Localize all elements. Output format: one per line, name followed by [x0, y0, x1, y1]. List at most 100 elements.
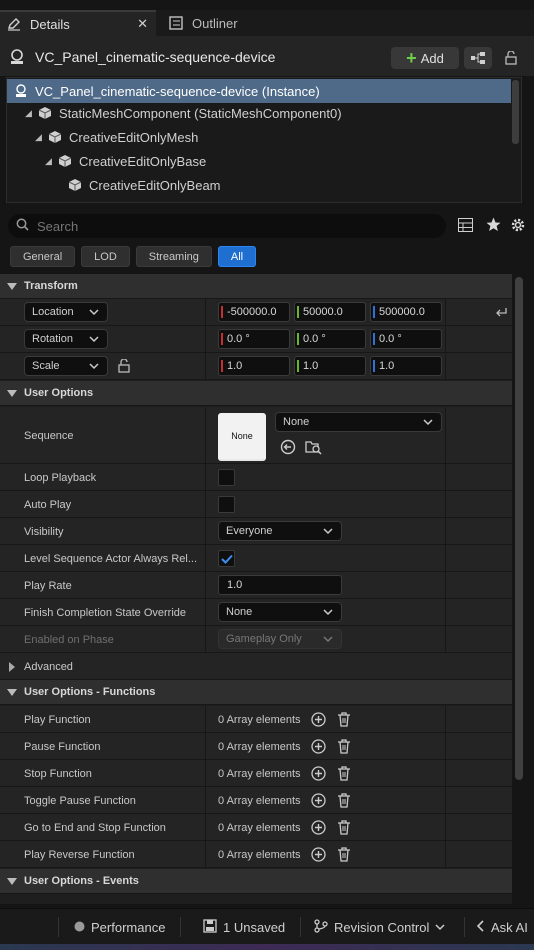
filter-general[interactable]: General — [10, 246, 76, 267]
advanced-row[interactable]: Advanced — [0, 653, 512, 680]
lock-icon[interactable] — [500, 47, 522, 69]
revision-control-button[interactable]: Revision Control — [314, 909, 445, 945]
expand-arrow-icon[interactable]: ◢ — [35, 132, 45, 143]
collapse-arrow-icon — [7, 282, 17, 294]
section-transform[interactable]: Transform — [0, 274, 512, 299]
level-sequence-checkbox[interactable] — [218, 550, 235, 567]
unsaved-button[interactable]: 1 Unsaved — [203, 909, 285, 945]
cube-icon — [47, 129, 63, 145]
add-element-icon[interactable] — [311, 847, 326, 865]
browse-icon[interactable] — [305, 439, 322, 458]
add-element-icon[interactable] — [311, 793, 326, 811]
section-events[interactable]: User Options - Events — [0, 869, 512, 894]
location-y-field[interactable]: 50000.0 — [294, 302, 366, 322]
section-functions[interactable]: User Options - Functions — [0, 680, 512, 705]
location-x-field[interactable]: -500000.0 — [218, 302, 290, 322]
table-view-icon[interactable] — [458, 218, 473, 235]
dropdown-value: None — [226, 606, 253, 618]
column-divider — [205, 626, 206, 652]
star-icon[interactable] — [486, 217, 501, 235]
chevron-down-icon — [423, 417, 433, 430]
scale-x-field[interactable]: 1.0 — [218, 356, 290, 376]
blueprint-button[interactable] — [464, 47, 492, 69]
column-divider — [205, 733, 206, 759]
tree-item-instance[interactable]: VC_Panel_cinematic-sequence-device (Inst… — [7, 79, 511, 103]
property-label: Play Function — [24, 714, 91, 726]
tree-item-label: CreativeEditOnlyMesh — [69, 129, 199, 145]
reset-icon[interactable] — [495, 306, 508, 321]
location-mode-dropdown[interactable]: Location — [24, 302, 108, 322]
add-element-icon[interactable] — [311, 739, 326, 757]
trash-icon[interactable] — [337, 847, 351, 865]
tree-item-editbeam[interactable]: CreativeEditOnlyBeam — [7, 173, 511, 197]
column-divider — [205, 326, 206, 352]
finish-state-dropdown[interactable]: None — [218, 602, 342, 622]
add-element-icon[interactable] — [311, 766, 326, 784]
play-rate-field[interactable]: 1.0 — [218, 575, 342, 595]
dropdown-value: Gameplay Only — [226, 633, 302, 645]
tree-scrollbar[interactable] — [512, 80, 519, 144]
function-row: Go to End and Stop Function 0 Array elem… — [0, 814, 512, 841]
trash-icon[interactable] — [337, 766, 351, 784]
tab-outliner[interactable]: Outliner — [162, 10, 292, 36]
expand-arrow-icon[interactable]: ◢ — [25, 108, 35, 119]
rotation-y-field[interactable]: 0.0 ° — [294, 329, 366, 349]
rotation-x-field[interactable]: 0.0 ° — [218, 329, 290, 349]
section-label: User Options - Events — [24, 875, 139, 887]
tree-item-staticmesh[interactable]: ◢ StaticMeshComponent (StaticMeshCompone… — [7, 101, 511, 125]
section-label: Transform — [24, 280, 78, 292]
function-row: Toggle Pause Function 0 Array elements — [0, 787, 512, 814]
sequence-thumbnail[interactable]: None — [218, 413, 266, 461]
use-selected-icon[interactable] — [280, 439, 296, 458]
sequence-asset-dropdown[interactable]: None — [275, 412, 442, 432]
tab-details[interactable]: Details ✕ — [0, 10, 156, 36]
finish-state-row: Finish Completion State Override None — [0, 599, 512, 626]
properties-scrollbar[interactable] — [515, 277, 523, 780]
dropdown-value: Location — [32, 306, 74, 318]
tree-item-editbase[interactable]: ◢ CreativeEditOnlyBase — [7, 149, 511, 173]
rotation-mode-dropdown[interactable]: Rotation — [24, 329, 108, 349]
search-icon — [16, 218, 29, 234]
loop-playback-checkbox[interactable] — [218, 469, 235, 486]
panel-tab-bar: Details ✕ Outliner — [0, 10, 534, 36]
function-row: Play Reverse Function 0 Array elements — [0, 841, 512, 868]
property-label: Play Rate — [24, 580, 72, 592]
status-divider — [464, 917, 465, 937]
add-component-button[interactable]: + Add — [391, 47, 459, 69]
filter-streaming[interactable]: Streaming — [135, 246, 212, 267]
property-label: Toggle Pause Function — [24, 795, 136, 807]
scale-z-field[interactable]: 1.0 — [370, 356, 442, 376]
search-input[interactable] — [37, 218, 417, 234]
column-divider — [445, 599, 446, 625]
column-divider — [445, 814, 446, 840]
filter-all[interactable]: All — [217, 246, 257, 267]
performance-button[interactable]: Performance — [74, 909, 165, 945]
column-divider — [205, 814, 206, 840]
scale-mode-dropdown[interactable]: Scale — [24, 356, 108, 376]
location-z-field[interactable]: 500000.0 — [370, 302, 442, 322]
unlock-icon[interactable] — [118, 358, 130, 376]
column-divider — [445, 706, 446, 732]
trash-icon[interactable] — [337, 712, 351, 730]
tree-item-editmesh[interactable]: ◢ CreativeEditOnlyMesh — [7, 125, 511, 149]
trash-icon[interactable] — [337, 820, 351, 838]
section-user-options[interactable]: User Options — [0, 381, 512, 406]
ask-ai-button[interactable]: Ask AI — [476, 909, 528, 945]
trash-icon[interactable] — [337, 793, 351, 811]
function-row: Pause Function 0 Array elements — [0, 733, 512, 760]
visibility-dropdown[interactable]: Everyone — [218, 521, 342, 541]
close-icon[interactable]: ✕ — [137, 16, 148, 32]
trash-icon[interactable] — [337, 739, 351, 757]
add-element-icon[interactable] — [311, 712, 326, 730]
expand-arrow-icon[interactable]: ◢ — [45, 156, 55, 167]
column-divider — [205, 706, 206, 732]
component-tree: VC_Panel_cinematic-sequence-device (Inst… — [6, 77, 522, 203]
add-element-icon[interactable] — [311, 820, 326, 838]
filter-lod[interactable]: LOD — [81, 246, 130, 267]
rotation-z-field[interactable]: 0.0 ° — [370, 329, 442, 349]
column-divider — [205, 407, 206, 463]
property-label: Auto Play — [24, 499, 72, 511]
gear-icon[interactable] — [510, 217, 526, 236]
scale-y-field[interactable]: 1.0 — [294, 356, 366, 376]
auto-play-checkbox[interactable] — [218, 496, 235, 513]
